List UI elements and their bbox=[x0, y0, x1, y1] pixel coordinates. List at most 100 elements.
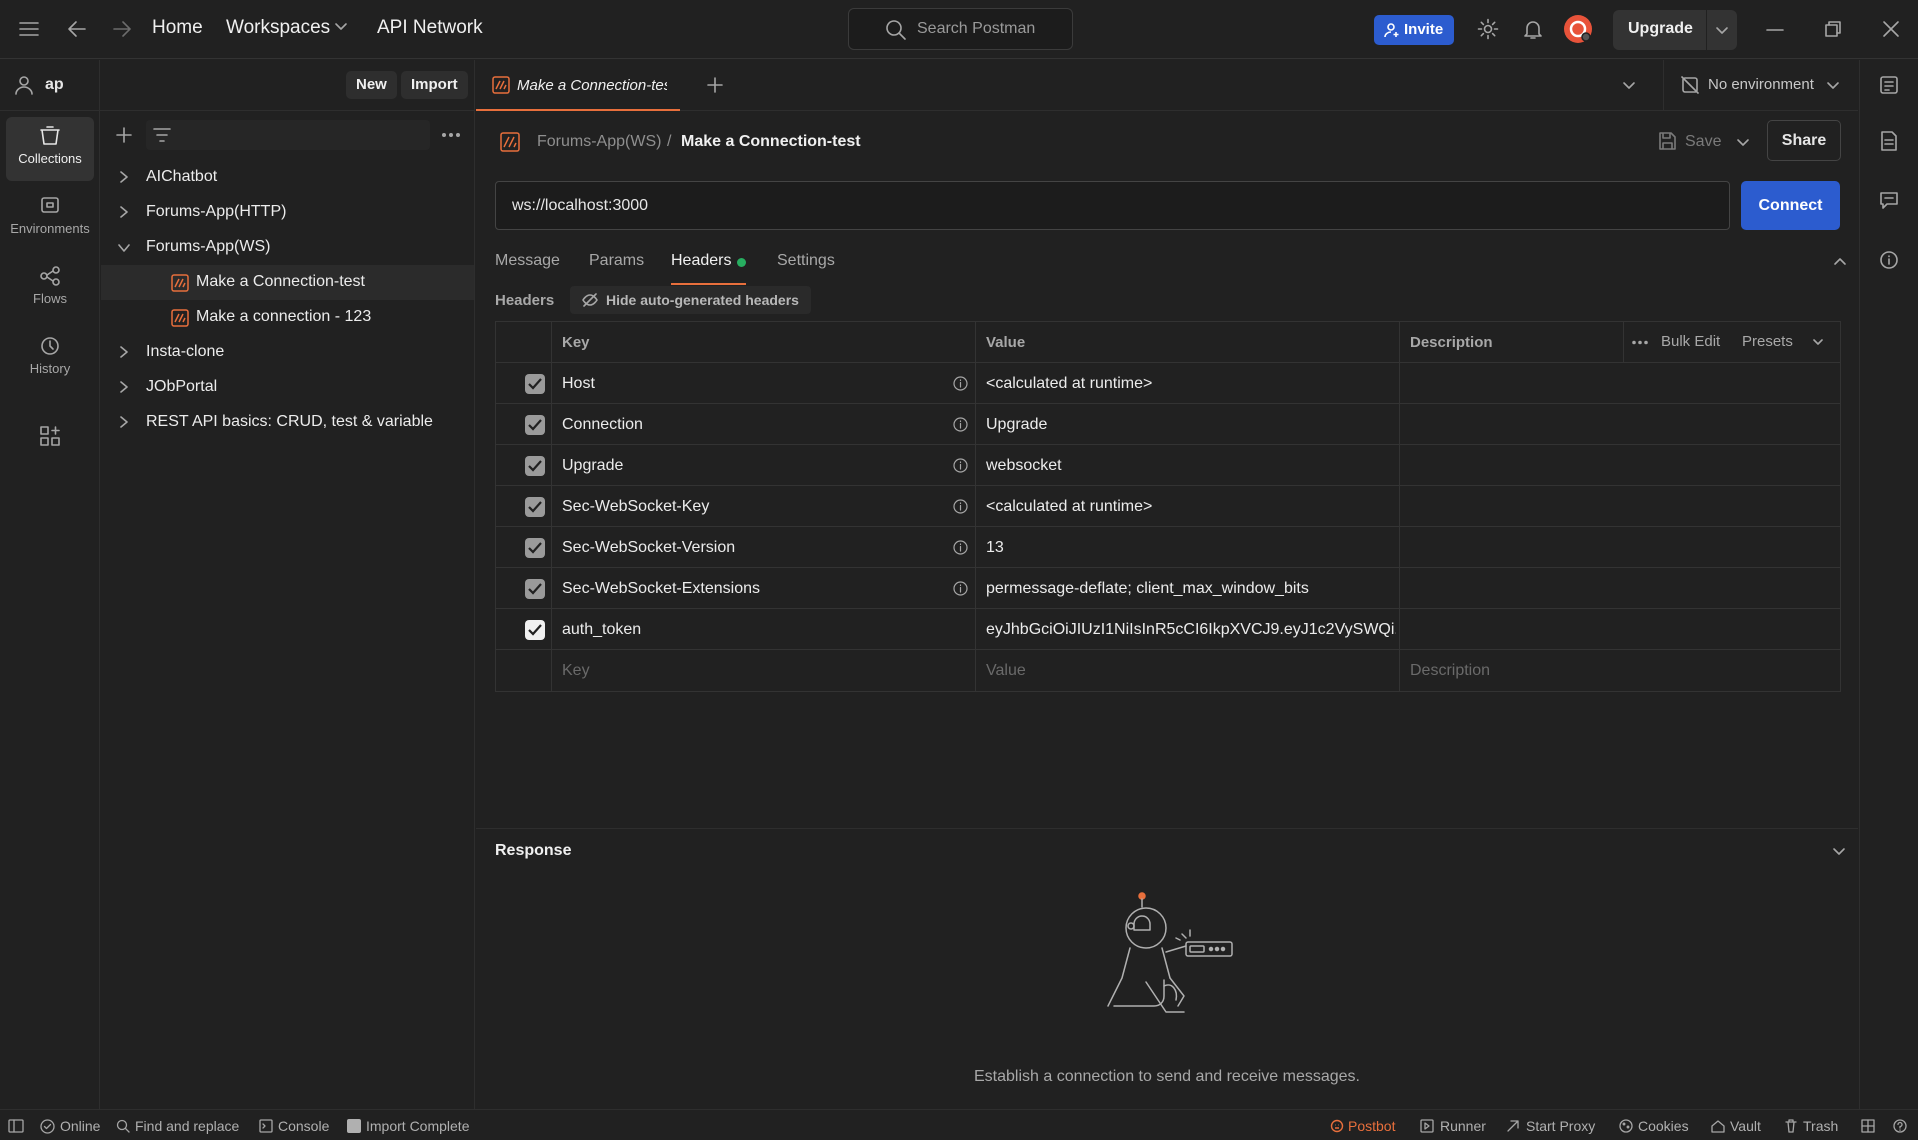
row-checkbox[interactable] bbox=[525, 415, 545, 435]
header-key[interactable]: auth_token bbox=[562, 621, 641, 639]
rail-history[interactable]: History bbox=[6, 327, 94, 391]
info-icon[interactable] bbox=[1879, 250, 1899, 270]
add-widget-icon[interactable] bbox=[39, 425, 61, 447]
header-description[interactable] bbox=[1400, 486, 1840, 527]
console-button[interactable]: Console bbox=[278, 1118, 329, 1134]
runner-button[interactable]: Runner bbox=[1440, 1118, 1486, 1134]
header-value[interactable]: permessage-deflate; client_max_window_bi… bbox=[986, 580, 1309, 598]
new-key-input[interactable]: Key bbox=[562, 662, 590, 680]
header-description[interactable] bbox=[1400, 609, 1840, 650]
collapse-icon[interactable] bbox=[1833, 256, 1847, 266]
header-description[interactable] bbox=[1400, 445, 1840, 486]
header-value[interactable]: eyJhbGciOiJIUzI1NiIsInR5cCI6IkpXVCJ9.eyJ… bbox=[986, 621, 1396, 639]
breadcrumb-parent[interactable]: Forums-App(WS) bbox=[537, 133, 661, 151]
hide-auto-headers-button[interactable]: Hide auto-generated headers bbox=[570, 286, 811, 314]
back-icon[interactable] bbox=[66, 18, 88, 40]
import-button[interactable]: Import bbox=[401, 71, 468, 99]
invite-button[interactable]: Invite bbox=[1374, 15, 1454, 45]
documentation-icon[interactable] bbox=[1879, 75, 1899, 95]
environment-selector[interactable]: No environment bbox=[1669, 60, 1849, 110]
settings-icon[interactable] bbox=[1477, 18, 1499, 40]
chevron-down-icon[interactable] bbox=[1813, 339, 1823, 347]
tab-params[interactable]: Params bbox=[589, 252, 644, 270]
rail-environments[interactable]: Environments bbox=[6, 187, 94, 251]
new-tab-icon[interactable] bbox=[706, 76, 724, 94]
header-value[interactable]: websocket bbox=[986, 457, 1062, 475]
header-key[interactable]: Sec-WebSocket-Key bbox=[562, 498, 709, 516]
collection-item[interactable]: AIChatbot bbox=[101, 160, 474, 195]
document-icon[interactable] bbox=[1879, 130, 1899, 152]
chevron-down-icon[interactable] bbox=[334, 22, 348, 32]
comment-icon[interactable] bbox=[1879, 190, 1899, 210]
header-key[interactable]: Host bbox=[562, 375, 595, 393]
chevron-down-icon[interactable] bbox=[1832, 847, 1846, 857]
sidebar-toggle-icon[interactable] bbox=[8, 1119, 24, 1133]
collection-item[interactable]: Forums-App(WS) bbox=[101, 230, 474, 265]
forward-icon[interactable] bbox=[111, 18, 133, 40]
header-description[interactable] bbox=[1400, 404, 1840, 445]
row-checkbox[interactable] bbox=[525, 497, 545, 517]
info-icon[interactable] bbox=[953, 376, 968, 391]
new-description-input[interactable]: Description bbox=[1410, 662, 1490, 680]
tab-request[interactable]: Make a Connection-tes bbox=[476, 60, 680, 111]
page-title[interactable]: Make a Connection-test bbox=[681, 133, 861, 151]
trash-button[interactable]: Trash bbox=[1803, 1118, 1838, 1134]
upgrade-button[interactable]: Upgrade bbox=[1613, 10, 1737, 50]
bell-icon[interactable] bbox=[1522, 18, 1544, 40]
menu-icon[interactable] bbox=[18, 20, 40, 38]
request-item[interactable]: Make a connection - 123 bbox=[101, 300, 474, 335]
new-value-input[interactable]: Value bbox=[986, 662, 1026, 680]
postbot-button[interactable]: Postbot bbox=[1348, 1118, 1395, 1134]
import-status[interactable]: Import Complete bbox=[366, 1118, 469, 1134]
header-key[interactable]: Upgrade bbox=[562, 457, 623, 475]
nav-home[interactable]: Home bbox=[152, 17, 203, 39]
close-icon[interactable] bbox=[1882, 20, 1900, 38]
cookies-button[interactable]: Cookies bbox=[1638, 1118, 1689, 1134]
header-key[interactable]: Connection bbox=[562, 416, 643, 434]
nav-api-network[interactable]: API Network bbox=[377, 17, 483, 39]
info-icon[interactable] bbox=[953, 458, 968, 473]
more-icon[interactable] bbox=[441, 132, 461, 138]
minimize-icon[interactable] bbox=[1766, 28, 1784, 32]
header-value[interactable]: 13 bbox=[986, 539, 1004, 557]
bulk-edit-button[interactable]: Bulk Edit bbox=[1661, 333, 1720, 350]
start-proxy-button[interactable]: Start Proxy bbox=[1526, 1118, 1595, 1134]
header-value[interactable]: Upgrade bbox=[986, 416, 1047, 434]
row-checkbox[interactable] bbox=[525, 456, 545, 476]
header-description[interactable] bbox=[1400, 568, 1840, 609]
connect-button[interactable]: Connect bbox=[1741, 181, 1840, 230]
header-description[interactable] bbox=[1400, 527, 1840, 568]
restore-icon[interactable] bbox=[1824, 20, 1842, 38]
header-key[interactable]: Sec-WebSocket-Extensions bbox=[562, 580, 760, 598]
vault-button[interactable]: Vault bbox=[1730, 1118, 1761, 1134]
tab-settings[interactable]: Settings bbox=[777, 252, 835, 270]
nav-workspaces[interactable]: Workspaces bbox=[226, 17, 330, 39]
collection-item[interactable]: Insta-clone bbox=[101, 335, 474, 370]
plus-icon[interactable] bbox=[115, 126, 133, 144]
header-key[interactable]: Sec-WebSocket-Version bbox=[562, 539, 735, 557]
chevron-down-icon[interactable] bbox=[1715, 26, 1729, 36]
collection-item[interactable]: REST API basics: CRUD, test & variable bbox=[101, 405, 474, 440]
share-button[interactable]: Share bbox=[1767, 120, 1841, 161]
collection-item[interactable]: JObPortal bbox=[101, 370, 474, 405]
header-value[interactable]: <calculated at runtime> bbox=[986, 375, 1152, 393]
chevron-down-icon[interactable] bbox=[1736, 138, 1750, 148]
info-icon[interactable] bbox=[953, 581, 968, 596]
more-icon[interactable] bbox=[1632, 340, 1648, 345]
header-description[interactable] bbox=[1400, 363, 1840, 404]
search-bar[interactable]: Search Postman bbox=[848, 8, 1073, 50]
status-online[interactable]: Online bbox=[60, 1118, 100, 1134]
workspace-name[interactable]: ap bbox=[45, 76, 64, 94]
help-icon[interactable] bbox=[1893, 1119, 1907, 1133]
row-checkbox[interactable] bbox=[525, 579, 545, 599]
url-input[interactable]: ws://localhost:3000 bbox=[495, 181, 1730, 230]
avatar[interactable] bbox=[1563, 14, 1593, 44]
find-replace-button[interactable]: Find and replace bbox=[135, 1118, 239, 1134]
layout-icon[interactable] bbox=[1861, 1119, 1875, 1133]
request-item[interactable]: Make a Connection-test bbox=[101, 265, 474, 300]
filter-input[interactable] bbox=[146, 120, 430, 150]
row-checkbox[interactable] bbox=[525, 538, 545, 558]
new-button[interactable]: New bbox=[346, 71, 397, 99]
rail-collections[interactable]: Collections bbox=[6, 117, 94, 181]
header-value[interactable]: <calculated at runtime> bbox=[986, 498, 1152, 516]
